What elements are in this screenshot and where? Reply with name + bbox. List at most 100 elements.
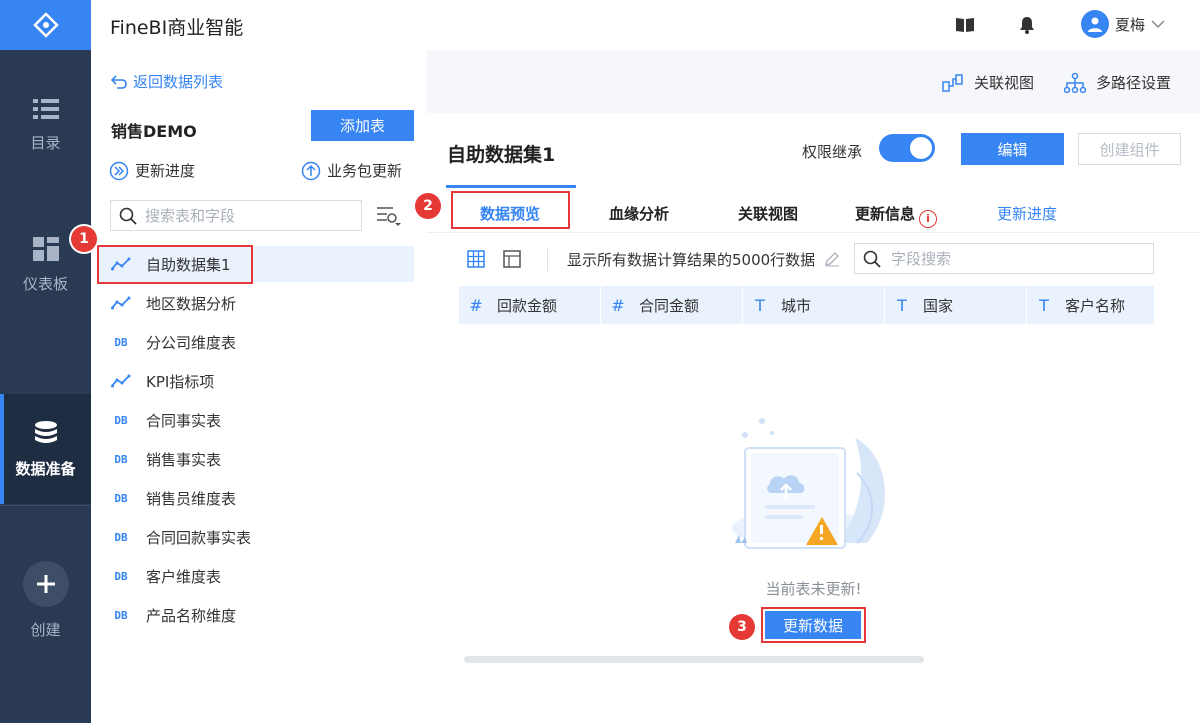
upload-circle-icon [301,161,321,180]
table-item[interactable]: DB 销售员维度表 [98,480,414,516]
tab-update-info-label: 更新信息 [855,205,916,223]
db-table-icon: DB [114,491,128,505]
app-logo[interactable] [0,0,91,50]
not-updated-illustration [732,418,885,549]
update-progress-link[interactable]: 更新进度 [109,160,195,181]
table-name: 客户维度表 [146,567,222,586]
table-name: 合同事实表 [146,411,222,430]
column-name: 回款金额 [497,296,558,315]
tab-relation-view[interactable]: 关联视图 [738,203,798,224]
step-badge-2: 2 [415,193,441,219]
table-name: 分公司维度表 [146,333,237,352]
column-name: 国家 [923,296,954,315]
table-item[interactable]: DB 销售事实表 [98,441,414,477]
field-search-input[interactable] [891,249,1141,268]
toolbar-separator [547,249,548,271]
number-type-icon: # [611,295,625,315]
nav-item-data-prep[interactable]: 数据准备 [0,394,91,504]
self-service-dataset-icon [111,296,131,310]
multipath-settings-link[interactable]: 多路径设置 [1064,72,1171,93]
relation-view-link[interactable]: 关联视图 [942,72,1034,93]
table-item[interactable]: DB 分公司维度表 [98,324,414,360]
add-table-button[interactable]: 添加表 [311,110,414,141]
nav-item-create[interactable]: 创建 [0,545,91,655]
column-header[interactable]: # 合同金额 [601,286,743,324]
grid-view-icon[interactable] [467,250,485,268]
hierarchy-icon [1064,72,1086,93]
search-icon [119,207,137,225]
nav-label: 目录 [30,133,61,152]
user-name: 夏梅 [1115,15,1146,34]
left-nav: 目录 仪表板 数据准备 创建 [0,0,91,723]
horizontal-scrollbar[interactable] [464,656,924,663]
column-name: 合同金额 [639,296,700,315]
db-table-icon: DB [114,569,128,583]
db-table-icon: DB [114,335,128,349]
package-update-link[interactable]: 业务包更新 [301,160,402,181]
table-item[interactable]: DB 产品名称维度 [98,597,414,633]
db-table-icon: DB [114,413,128,427]
table-item[interactable]: DB 合同回款事实表 [98,519,414,555]
table-item[interactable]: DB 客户维度表 [98,558,414,594]
row-count-info: 显示所有数据计算结果的5000行数据 [567,249,840,270]
table-name: 合同回款事实表 [146,528,252,547]
nav-divider [0,505,91,506]
filter-sort-icon[interactable] [375,205,403,227]
field-search[interactable] [854,243,1154,274]
help-book-icon[interactable] [955,15,975,35]
preview-toolbar: 显示所有数据计算结果的5000行数据 [427,243,1200,275]
bell-icon[interactable] [1017,15,1037,35]
tab-update-progress[interactable]: 更新进度 [997,203,1057,224]
app-title: FineBI商业智能 [110,17,244,39]
column-header[interactable]: T 城市 [743,286,885,324]
column-header[interactable]: T 客户名称 [1027,286,1154,324]
create-component-button[interactable]: 创建组件 [1078,133,1181,165]
layout-view-icon[interactable] [503,250,521,268]
text-type-icon: T [1039,295,1049,315]
text-type-icon: T [897,295,907,315]
info-icon: i [919,209,938,228]
row-info-text: 显示所有数据计算结果的5000行数据 [567,251,816,269]
table-name: 地区数据分析 [146,294,237,313]
logo-icon [32,12,59,38]
tab-update-info[interactable]: 更新信息 i [855,203,938,228]
back-arrow-icon [111,74,127,89]
tab-lineage[interactable]: 血缘分析 [609,203,669,224]
update-progress-label: 更新进度 [135,162,196,180]
permission-toggle[interactable] [879,134,935,162]
column-name: 城市 [781,296,812,315]
chevron-down-icon [1151,20,1165,29]
table-item[interactable]: 地区数据分析 [98,285,414,321]
user-menu[interactable]: 夏梅 [1081,10,1165,38]
text-type-icon: T [755,295,765,315]
nav-label: 创建 [30,620,61,639]
column-header[interactable]: T 国家 [885,286,1027,324]
highlight-box-step-1 [97,245,253,284]
table-item[interactable]: KPI指标项 [98,363,414,399]
relation-view-label: 关联视图 [974,74,1035,92]
toggle-knob [910,137,932,159]
nav-label: 数据准备 [15,459,76,478]
nav-label: 仪表板 [22,274,68,293]
empty-state-text: 当前表未更新! [765,580,862,598]
create-button[interactable] [22,560,69,607]
edit-button[interactable]: 编辑 [961,133,1064,165]
table-search-input[interactable] [145,206,345,225]
table-name: 销售事实表 [146,450,222,469]
active-tab-indicator [446,185,576,188]
pencil-icon[interactable] [824,251,840,267]
number-type-icon: # [469,295,483,315]
back-to-list-link[interactable]: 返回数据列表 [111,71,223,92]
nav-item-catalog[interactable]: 目录 [0,70,91,180]
fast-forward-circle-icon [109,161,129,180]
plus-icon [36,574,55,593]
table-item[interactable]: DB 合同事实表 [98,402,414,438]
table-search[interactable] [110,200,362,231]
dataset-title: 自助数据集1 [447,144,556,166]
column-header[interactable]: # 回款金额 [459,286,601,324]
database-icon [34,420,57,443]
dashboard-icon [32,236,59,261]
step-badge-3: 3 [729,614,755,640]
db-table-icon: DB [114,530,128,544]
column-name: 客户名称 [1065,296,1126,315]
